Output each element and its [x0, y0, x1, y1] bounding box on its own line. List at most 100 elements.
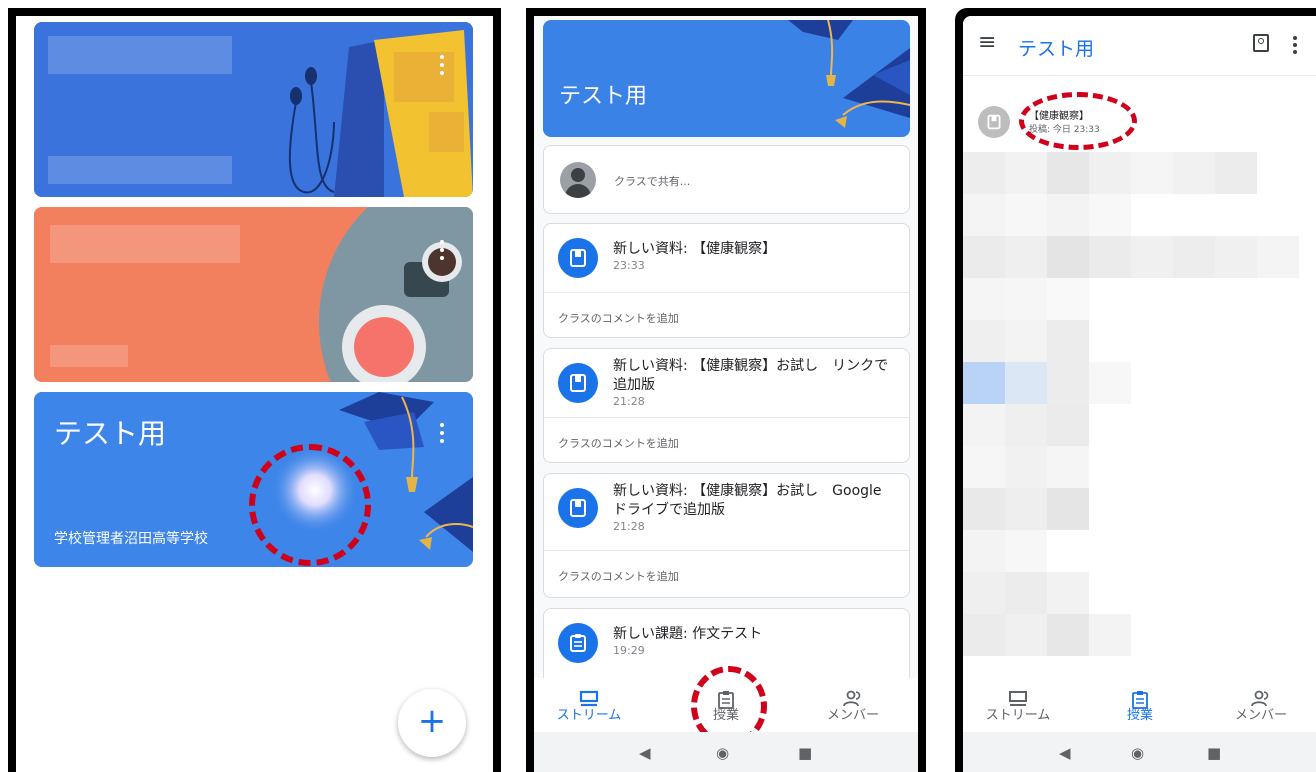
home-icon[interactable]: ◉ — [1131, 744, 1144, 762]
menu-icon[interactable]: ≡ — [978, 30, 996, 55]
redacted-content — [963, 278, 1005, 320]
class-subtitle: 学校管理者沼田高等学校 — [54, 531, 208, 547]
system-nav-bar: ◀ ◉ ■ — [534, 732, 918, 772]
nav-classwork-label: 授業 — [1126, 708, 1153, 723]
nav-classwork[interactable]: 授業 — [1085, 678, 1195, 723]
bottom-navigation: ストリーム 授業 メンバー — [963, 678, 1316, 732]
redacted-content — [1215, 152, 1257, 194]
redacted-content — [1005, 488, 1047, 530]
post-title: 新しい資料: 【健康観察】 — [613, 241, 777, 257]
plus-icon: + — [417, 701, 447, 741]
material-title: 【健康観察】 — [1029, 111, 1089, 122]
phone-material-detail: ≡ テスト用 【健康観察】 投稿: 今日 23:33 ストリーム 授業 メンバー… — [955, 8, 1316, 772]
redacted-content — [963, 572, 1005, 614]
redacted-content — [1173, 152, 1215, 194]
card-menu-icon[interactable] — [437, 237, 447, 263]
redacted-content — [1005, 236, 1047, 278]
nav-members-label: メンバー — [1234, 708, 1287, 723]
account-badge-icon[interactable] — [1253, 34, 1269, 52]
nav-members-label: メンバー — [826, 708, 879, 723]
nav-members[interactable]: メンバー — [1206, 678, 1316, 723]
post-header[interactable]: 新しい資料: 【健康観察】お試し Google ドライブで追加版 21:28 — [544, 474, 909, 542]
stream-post[interactable]: 新しい資料: 【健康観察】お試し リンクで追加版 21:28 クラスのコメントを追… — [543, 348, 910, 463]
redacted-content — [963, 614, 1005, 656]
redacted-content — [1089, 614, 1131, 656]
add-comment-link[interactable]: クラスのコメントを追加 — [544, 292, 909, 337]
app-bar: ≡ テスト用 — [963, 16, 1316, 76]
redacted-content — [1005, 278, 1047, 320]
redacted-content — [1047, 278, 1089, 320]
redacted-content — [1047, 614, 1089, 656]
assignment-icon — [558, 623, 598, 663]
post-header[interactable]: 新しい資料: 【健康観察】 23:33 — [544, 224, 909, 292]
add-comment-link[interactable]: クラスのコメントを追加 — [544, 417, 909, 462]
redacted-content — [1005, 446, 1047, 488]
nav-stream[interactable]: ストリーム — [963, 678, 1073, 723]
post-time: 21:28 — [613, 520, 645, 533]
add-class-button[interactable]: + — [398, 689, 466, 757]
blurred-class-subtitle — [50, 345, 128, 367]
phone-class-list: テスト用 学校管理者沼田高等学校 + — [8, 8, 501, 772]
material-icon — [558, 488, 598, 528]
redacted-content — [1089, 152, 1131, 194]
system-nav-bar: ◀ ◉ ■ — [963, 732, 1316, 772]
recents-icon[interactable]: ■ — [1207, 744, 1221, 762]
redacted-content — [1047, 236, 1089, 278]
redacted-content — [963, 446, 1005, 488]
blurred-class-name — [48, 36, 232, 74]
class-card-blurred-2[interactable] — [34, 207, 473, 382]
back-icon[interactable]: ◀ — [1059, 744, 1071, 762]
post-header[interactable]: 新しい課題: 作文テスト 19:29 — [544, 609, 909, 677]
nav-members[interactable]: メンバー — [798, 678, 908, 723]
redacted-content — [1047, 404, 1089, 446]
avatar — [560, 162, 596, 198]
redacted-content — [1005, 362, 1047, 404]
card-menu-icon[interactable] — [437, 420, 447, 446]
redacted-content — [963, 194, 1005, 236]
nav-stream-label: ストリーム — [556, 708, 622, 723]
post-title: 新しい課題: 作文テスト — [613, 626, 763, 642]
redacted-content — [963, 362, 1005, 404]
redacted-content — [963, 320, 1005, 362]
class-title: テスト用 — [54, 417, 167, 450]
redacted-content — [1005, 614, 1047, 656]
page-title: テスト用 — [1018, 38, 1095, 60]
stream-screen: テスト用 クラスで共有... 新しい資料: 【健康観察】 23:33 クラスのコメ… — [534, 16, 918, 772]
redacted-content — [1131, 236, 1173, 278]
members-icon — [798, 678, 908, 707]
redacted-content — [1131, 152, 1173, 194]
nav-stream[interactable]: ストリーム — [534, 678, 644, 723]
redacted-content — [963, 530, 1005, 572]
redacted-content — [1047, 446, 1089, 488]
redacted-content — [1005, 152, 1047, 194]
redacted-content — [1089, 236, 1131, 278]
stream-post[interactable]: 新しい資料: 【健康観察】 23:33 クラスのコメントを追加 — [543, 223, 910, 338]
nav-classwork-label: 授業 — [712, 708, 739, 723]
material-header: 【健康観察】 投稿: 今日 23:33 — [963, 94, 1316, 144]
classwork-icon — [671, 678, 781, 709]
class-title: テスト用 — [559, 84, 648, 109]
material-icon — [558, 238, 598, 278]
redacted-content — [1173, 236, 1215, 278]
redacted-content — [1089, 362, 1131, 404]
class-card-test[interactable]: テスト用 学校管理者沼田高等学校 — [34, 392, 473, 567]
recents-icon[interactable]: ■ — [798, 744, 812, 762]
class-card-blurred-1[interactable] — [34, 22, 473, 197]
more-vert-icon[interactable] — [1293, 36, 1297, 54]
redacted-content — [1089, 194, 1131, 236]
post-time: 19:29 — [613, 644, 645, 657]
stream-icon — [534, 678, 644, 707]
redacted-content — [1047, 152, 1089, 194]
post-header[interactable]: 新しい資料: 【健康観察】お試し リンクで追加版 21:28 — [544, 349, 909, 417]
redacted-content — [1005, 194, 1047, 236]
share-card[interactable]: クラスで共有... — [543, 145, 910, 214]
phone-stream: テスト用 クラスで共有... 新しい資料: 【健康観察】 23:33 クラスのコメ… — [526, 8, 926, 772]
card-menu-icon[interactable] — [437, 52, 447, 78]
back-icon[interactable]: ◀ — [639, 744, 651, 762]
redacted-content — [1005, 404, 1047, 446]
add-comment-link[interactable]: クラスのコメントを追加 — [544, 550, 909, 596]
stream-post[interactable]: 新しい資料: 【健康観察】お試し Google ドライブで追加版 21:28 クラ… — [543, 473, 910, 598]
redacted-content — [1215, 236, 1257, 278]
nav-classwork[interactable]: 授業 — [671, 678, 781, 723]
home-icon[interactable]: ◉ — [716, 744, 729, 762]
